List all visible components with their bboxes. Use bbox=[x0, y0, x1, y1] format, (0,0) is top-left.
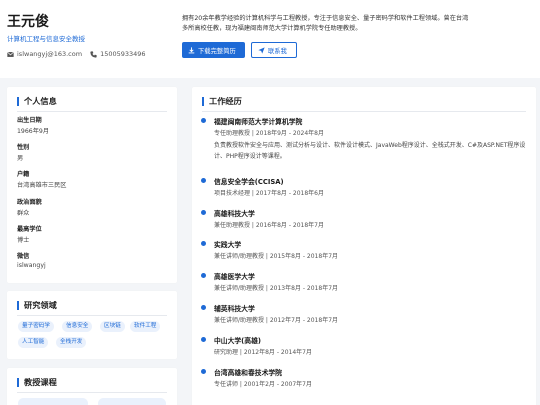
timeline-dot bbox=[201, 241, 206, 246]
degree-label: 最高学位 bbox=[17, 226, 42, 233]
political-status-label: 政治面貌 bbox=[17, 199, 42, 206]
job-role: 研究助理 | 2012年8月 - 2014年7月 bbox=[214, 349, 312, 356]
course-tag-partial bbox=[18, 398, 88, 405]
research-tag[interactable]: 全栈开发 bbox=[56, 337, 87, 348]
job-org: 信息安全学会(CCISA) bbox=[214, 178, 284, 186]
profile-name: 王元俊 bbox=[7, 14, 49, 30]
job-org: 实践大学 bbox=[214, 241, 242, 249]
timeline-dot bbox=[201, 118, 206, 123]
political-status-value: 群众 bbox=[17, 210, 30, 217]
email-contact[interactable]: islwangyj@163.com bbox=[7, 50, 82, 58]
phone-contact[interactable]: 15005933496 bbox=[90, 50, 146, 58]
job-org: 台湾高雄和春技术学院 bbox=[214, 369, 282, 377]
birth-date-value: 1966年9月 bbox=[17, 128, 50, 135]
gender-label: 性别 bbox=[17, 144, 30, 151]
contact-label: 联系我 bbox=[268, 47, 287, 55]
timeline-dot bbox=[201, 337, 206, 342]
email-text: islwangyj@163.com bbox=[17, 50, 83, 58]
research-tag[interactable]: 量子密码学 bbox=[18, 321, 54, 332]
research-tag[interactable]: 软件工程 bbox=[130, 321, 161, 332]
job-role: 兼任助理教授 | 2016年8月 - 2018年7月 bbox=[214, 222, 324, 229]
work-title: 工作经历 bbox=[202, 97, 242, 106]
timeline-dot bbox=[201, 178, 206, 183]
research-title: 研究领域 bbox=[17, 301, 57, 310]
gender-value: 男 bbox=[17, 155, 24, 162]
job-role: 兼任讲师/助理教授 | 2015年8月 - 2018年7月 bbox=[214, 253, 339, 260]
courses-title: 教授课程 bbox=[17, 378, 57, 387]
timeline-dot bbox=[201, 305, 206, 310]
download-label: 下载完整简历 bbox=[198, 47, 236, 55]
card-divider bbox=[202, 111, 526, 112]
download-resume-button[interactable]: 下载完整简历 bbox=[182, 42, 245, 58]
job-org: 高雄医学大学 bbox=[214, 273, 255, 281]
profile-header: 王元俊 计算机工程与信息安全教授 islwangyj@163.com 15005… bbox=[0, 0, 540, 78]
timeline-dot bbox=[201, 369, 206, 374]
send-icon bbox=[258, 46, 265, 54]
residence-value: 台湾高雄市三民区 bbox=[17, 182, 67, 189]
job-description: 负责教授软件安全与应用、测试分析与设计、软件设计模式、JavaWeb程序设计、全… bbox=[214, 142, 526, 160]
job-org: 辅英科技大学 bbox=[214, 305, 255, 313]
contact-row: islwangyj@163.com 15005933496 bbox=[7, 50, 146, 58]
job-org: 中山大学(高雄) bbox=[214, 337, 261, 345]
download-icon bbox=[188, 46, 195, 53]
phone-icon bbox=[90, 50, 97, 58]
job-role: 项目技术经理 | 2017年8月 - 2018年6月 bbox=[214, 190, 324, 197]
research-tag[interactable]: 人工智能 bbox=[18, 337, 49, 348]
card-divider bbox=[17, 392, 167, 393]
contact-me-button[interactable]: 联系我 bbox=[251, 42, 297, 58]
birth-date-label: 出生日期 bbox=[17, 117, 42, 124]
profile-subtitle: 计算机工程与信息安全教授 bbox=[7, 35, 85, 43]
card-divider bbox=[17, 315, 167, 316]
job-role: 专任讲师 | 2001年2月 - 2007年7月 bbox=[214, 381, 312, 388]
card-divider bbox=[17, 111, 167, 112]
job-role: 兼任讲师/助理教授 | 2013年8月 - 2018年7月 bbox=[214, 285, 339, 292]
job-org: 福建闽南师范大学计算机学院 bbox=[214, 118, 303, 126]
mail-icon bbox=[7, 51, 14, 57]
research-tag[interactable]: 信息安全 bbox=[62, 321, 93, 332]
degree-value: 博士 bbox=[17, 237, 30, 244]
timeline-dot bbox=[201, 273, 206, 278]
personal-info-title: 个人信息 bbox=[17, 97, 57, 106]
wechat-label: 微信 bbox=[17, 253, 30, 260]
job-role: 兼任讲师/助理教授 | 2012年7月 - 2018年7月 bbox=[214, 317, 339, 324]
course-tag-partial bbox=[98, 398, 166, 405]
residence-label: 户籍 bbox=[17, 171, 30, 178]
job-org: 高雄科技大学 bbox=[214, 210, 255, 218]
wechat-value: islwangyj bbox=[17, 262, 46, 269]
timeline-dot bbox=[201, 210, 206, 215]
job-role: 专任助理教授 | 2018年9月 - 2024年8月 bbox=[214, 130, 324, 137]
research-tag[interactable]: 区块链 bbox=[100, 321, 125, 332]
profile-intro: 拥有20余年教学经验的计算机科学与工程教授，专注于信息安全、量子密码学和软件工程… bbox=[182, 15, 469, 32]
phone-text: 15005933496 bbox=[100, 50, 146, 58]
